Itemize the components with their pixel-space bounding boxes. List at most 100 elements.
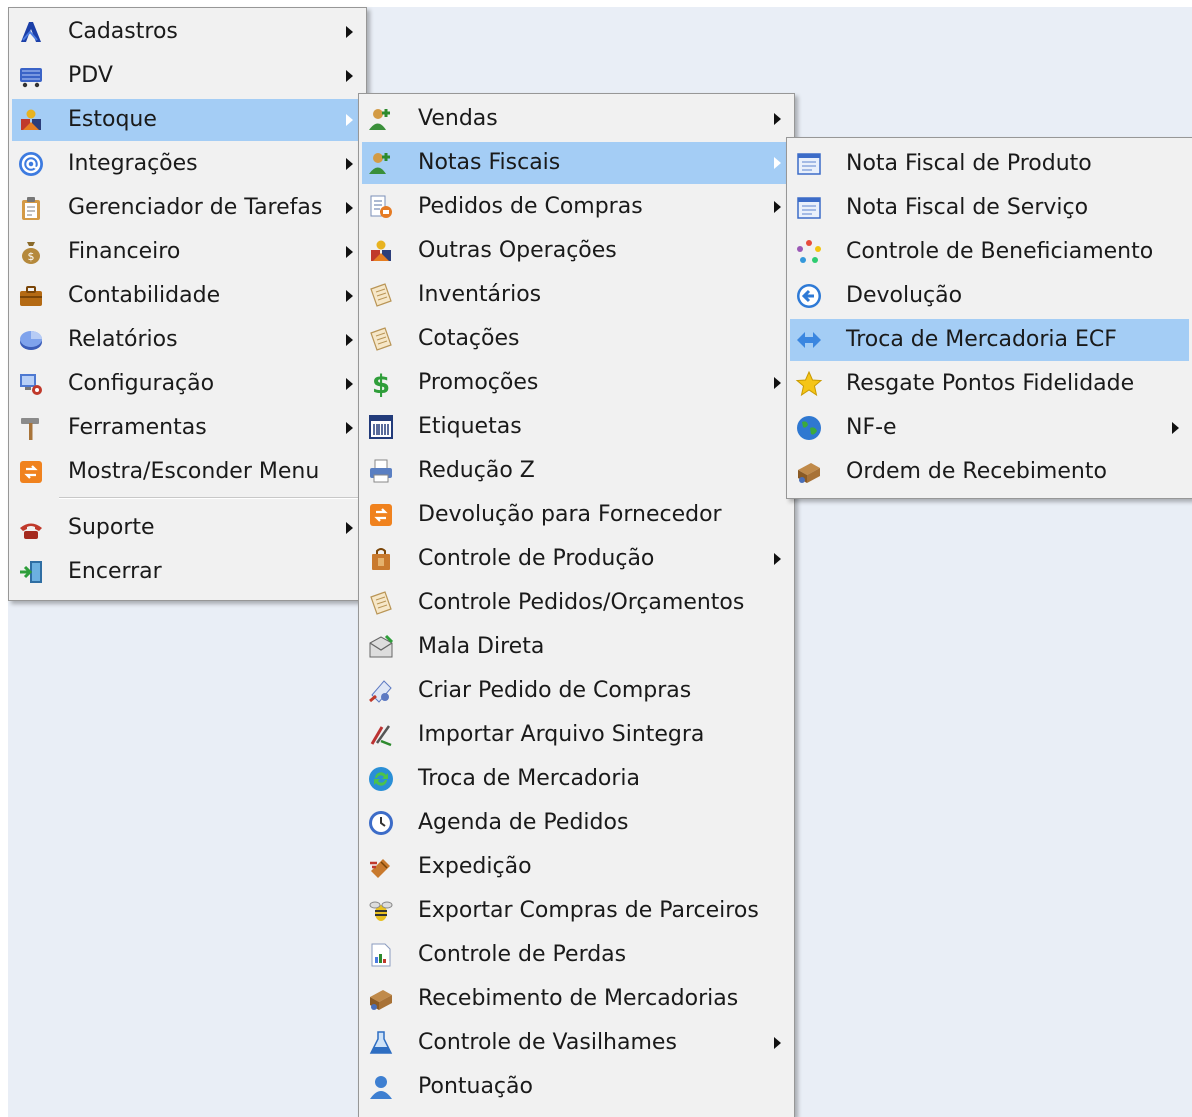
main-menu: Cadastros PDV Estoque Integrações Gerenciado… — [8, 7, 367, 601]
menu-item-label: Nota Fiscal de Produto — [846, 151, 1092, 176]
estoque-menu-item-importar-arquivo-sintegra[interactable]: Importar Arquivo Sintegra — [362, 714, 791, 756]
exit-door-icon — [16, 557, 46, 587]
estoque-menu-item-devolucao-para-fornecedor[interactable]: Devolução para Fornecedor — [362, 494, 791, 536]
svg-text:$: $ — [28, 250, 35, 263]
estoque-menu-item-controle-pedidos-orcamentos[interactable]: Controle Pedidos/Orçamentos — [362, 582, 791, 624]
main-menu-item-contabilidade[interactable]: Contabilidade — [12, 275, 363, 317]
submenu-arrow-icon — [346, 158, 353, 170]
menu-item-label: Devolução para Fornecedor — [418, 502, 722, 527]
main-menu-item-mostra-esconder-menu[interactable]: Mostra/Esconder Menu — [12, 451, 363, 493]
estoque-icon — [16, 105, 46, 135]
notas-menu-item-resgate-pontos-fidelidade[interactable]: Resgate Pontos Fidelidade — [790, 363, 1189, 405]
main-menu-item-financeiro[interactable]: $ Financeiro — [12, 231, 363, 273]
estoque-menu-item-outras-operacoes[interactable]: Outras Operações — [362, 230, 791, 272]
boxes-icon — [794, 457, 824, 487]
estoque-menu-item-reducao-z[interactable]: Redução Z — [362, 450, 791, 492]
menu-item-label: Controle de Vasilhames — [418, 1030, 677, 1055]
submenu-arrow-icon — [774, 377, 781, 389]
form-icon — [794, 193, 824, 223]
menu-item-label: Nota Fiscal de Serviço — [846, 195, 1089, 220]
estoque-menu-item-cotacoes[interactable]: Cotações — [362, 318, 791, 360]
estoque-menu-item-criar-pedido-de-compras[interactable]: Criar Pedido de Compras — [362, 670, 791, 712]
menu-item-label: Controle de Beneficiamento — [846, 239, 1154, 264]
submenu-arrow-icon — [346, 246, 353, 258]
menu-item-label: Controle de Perdas — [418, 942, 627, 967]
submenu-arrow-icon — [346, 114, 353, 126]
estoque-menu-item-controle-de-vasilhames[interactable]: Controle de Vasilhames — [362, 1022, 791, 1064]
menu-item-label: Outras Operações — [418, 238, 617, 263]
main-menu-item-cadastros[interactable]: Cadastros — [12, 11, 363, 53]
submenu-arrow-icon — [1172, 422, 1179, 434]
menu-item-label: Promoções — [418, 370, 539, 395]
users-icon — [366, 148, 396, 178]
notas-menu-item-devolucao[interactable]: Devolução — [790, 275, 1189, 317]
notas-menu-item-troca-de-mercadoria-ecf[interactable]: Troca de Mercadoria ECF — [790, 319, 1189, 361]
cycle-icon — [794, 237, 824, 267]
menu-item-label: Controle Pedidos/Orçamentos — [418, 590, 745, 615]
briefcase-icon — [16, 281, 46, 311]
menu-item-label: Redução Z — [418, 458, 535, 483]
globe-icon — [794, 413, 824, 443]
main-menu-item-configuracao[interactable]: Configuração — [12, 363, 363, 405]
estoque-menu-item-expedicao[interactable]: Expedição — [362, 846, 791, 888]
main-menu-item-ferramentas[interactable]: Ferramentas — [12, 407, 363, 449]
menu-item-label: Troca de Mercadoria — [418, 766, 641, 791]
at-sign-icon — [16, 149, 46, 179]
main-menu-item-integracoes[interactable]: Integrações — [12, 143, 363, 185]
cadastros-icon — [16, 17, 46, 47]
estoque-menu-item-recebimento-de-mercadorias[interactable]: Recebimento de Mercadorias — [362, 978, 791, 1020]
main-menu-item-gerenciador-de-tarefas[interactable]: Gerenciador de Tarefas — [12, 187, 363, 229]
main-menu-item-estoque[interactable]: Estoque — [12, 99, 363, 141]
toggle-menu-icon — [366, 500, 396, 530]
notas-fiscais-submenu: Nota Fiscal de Produto Nota Fiscal de Ser… — [786, 137, 1192, 499]
estoque-menu-item-exportar-compras-de-parceiros[interactable]: Exportar Compras de Parceiros — [362, 890, 791, 932]
dollar-icon: $ — [366, 368, 396, 398]
estoque-menu-item-pedidos-de-compras[interactable]: Pedidos de Compras — [362, 186, 791, 228]
menu-item-label: Devolução — [846, 283, 963, 308]
estoque-menu-item-controle-de-producao[interactable]: Controle de Produção — [362, 538, 791, 580]
estoque-menu-item-troca-de-mercadoria[interactable]: Troca de Mercadoria — [362, 758, 791, 800]
purchase-order-icon — [366, 192, 396, 222]
estoque-menu-item-etiquetas[interactable]: Etiquetas — [362, 406, 791, 448]
create-order-icon — [366, 676, 396, 706]
estoque-menu-item-agenda-de-pedidos[interactable]: Agenda de Pedidos — [362, 802, 791, 844]
notas-menu-item-ordem-de-recebimento[interactable]: Ordem de Recebimento — [790, 451, 1189, 493]
submenu-arrow-icon — [346, 202, 353, 214]
estoque-menu-item-mala-direta[interactable]: Mala Direta — [362, 626, 791, 668]
settings-computer-icon — [16, 369, 46, 399]
notas-menu-item-nf-e[interactable]: NF-e — [790, 407, 1189, 449]
main-menu-item-pdv[interactable]: PDV — [12, 55, 363, 97]
menu-item-label: Financeiro — [68, 239, 181, 264]
main-menu-item-suporte[interactable]: Suporte — [12, 507, 363, 549]
menu-item-label: Expedição — [418, 854, 532, 879]
star-icon — [794, 369, 824, 399]
notepad-icon — [366, 588, 396, 618]
notas-menu-item-controle-de-beneficiamento[interactable]: Controle de Beneficiamento — [790, 231, 1189, 273]
shipping-icon — [366, 852, 396, 882]
menu-item-label: Inventários — [418, 282, 542, 307]
main-menu-item-relatorios[interactable]: Relatórios — [12, 319, 363, 361]
boxes-icon — [366, 984, 396, 1014]
estoque-menu-item-inventarios[interactable]: Inventários — [362, 274, 791, 316]
notas-menu-item-nota-fiscal-de-servico[interactable]: Nota Fiscal de Serviço — [790, 187, 1189, 229]
import-icon — [366, 720, 396, 750]
submenu-arrow-icon — [346, 290, 353, 302]
menu-item-label: Cadastros — [68, 19, 178, 44]
notepad-icon — [366, 324, 396, 354]
submenu-arrow-icon — [774, 1037, 781, 1049]
estoque-menu-item-pontuacao[interactable]: Pontuação — [362, 1066, 791, 1108]
estoque-menu-item-controle-de-perdas[interactable]: Controle de Perdas — [362, 934, 791, 976]
menu-separator — [59, 497, 360, 499]
money-bag-icon: $ — [16, 237, 46, 267]
estoque-menu-item-vendas[interactable]: Vendas — [362, 98, 791, 140]
notas-menu-item-nota-fiscal-de-produto[interactable]: Nota Fiscal de Produto — [790, 143, 1189, 185]
bag-icon — [366, 544, 396, 574]
estoque-menu-item-promocoes[interactable]: $ Promoções — [362, 362, 791, 404]
main-menu-item-encerrar[interactable]: Encerrar — [12, 551, 363, 593]
desktop-left-strip — [0, 0, 8, 1117]
estoque-menu-item-notas-fiscais[interactable]: Notas Fiscais — [362, 142, 791, 184]
menu-item-label: Ferramentas — [68, 415, 207, 440]
submenu-arrow-icon — [774, 201, 781, 213]
submenu-arrow-icon — [774, 553, 781, 565]
submenu-arrow-icon — [346, 422, 353, 434]
